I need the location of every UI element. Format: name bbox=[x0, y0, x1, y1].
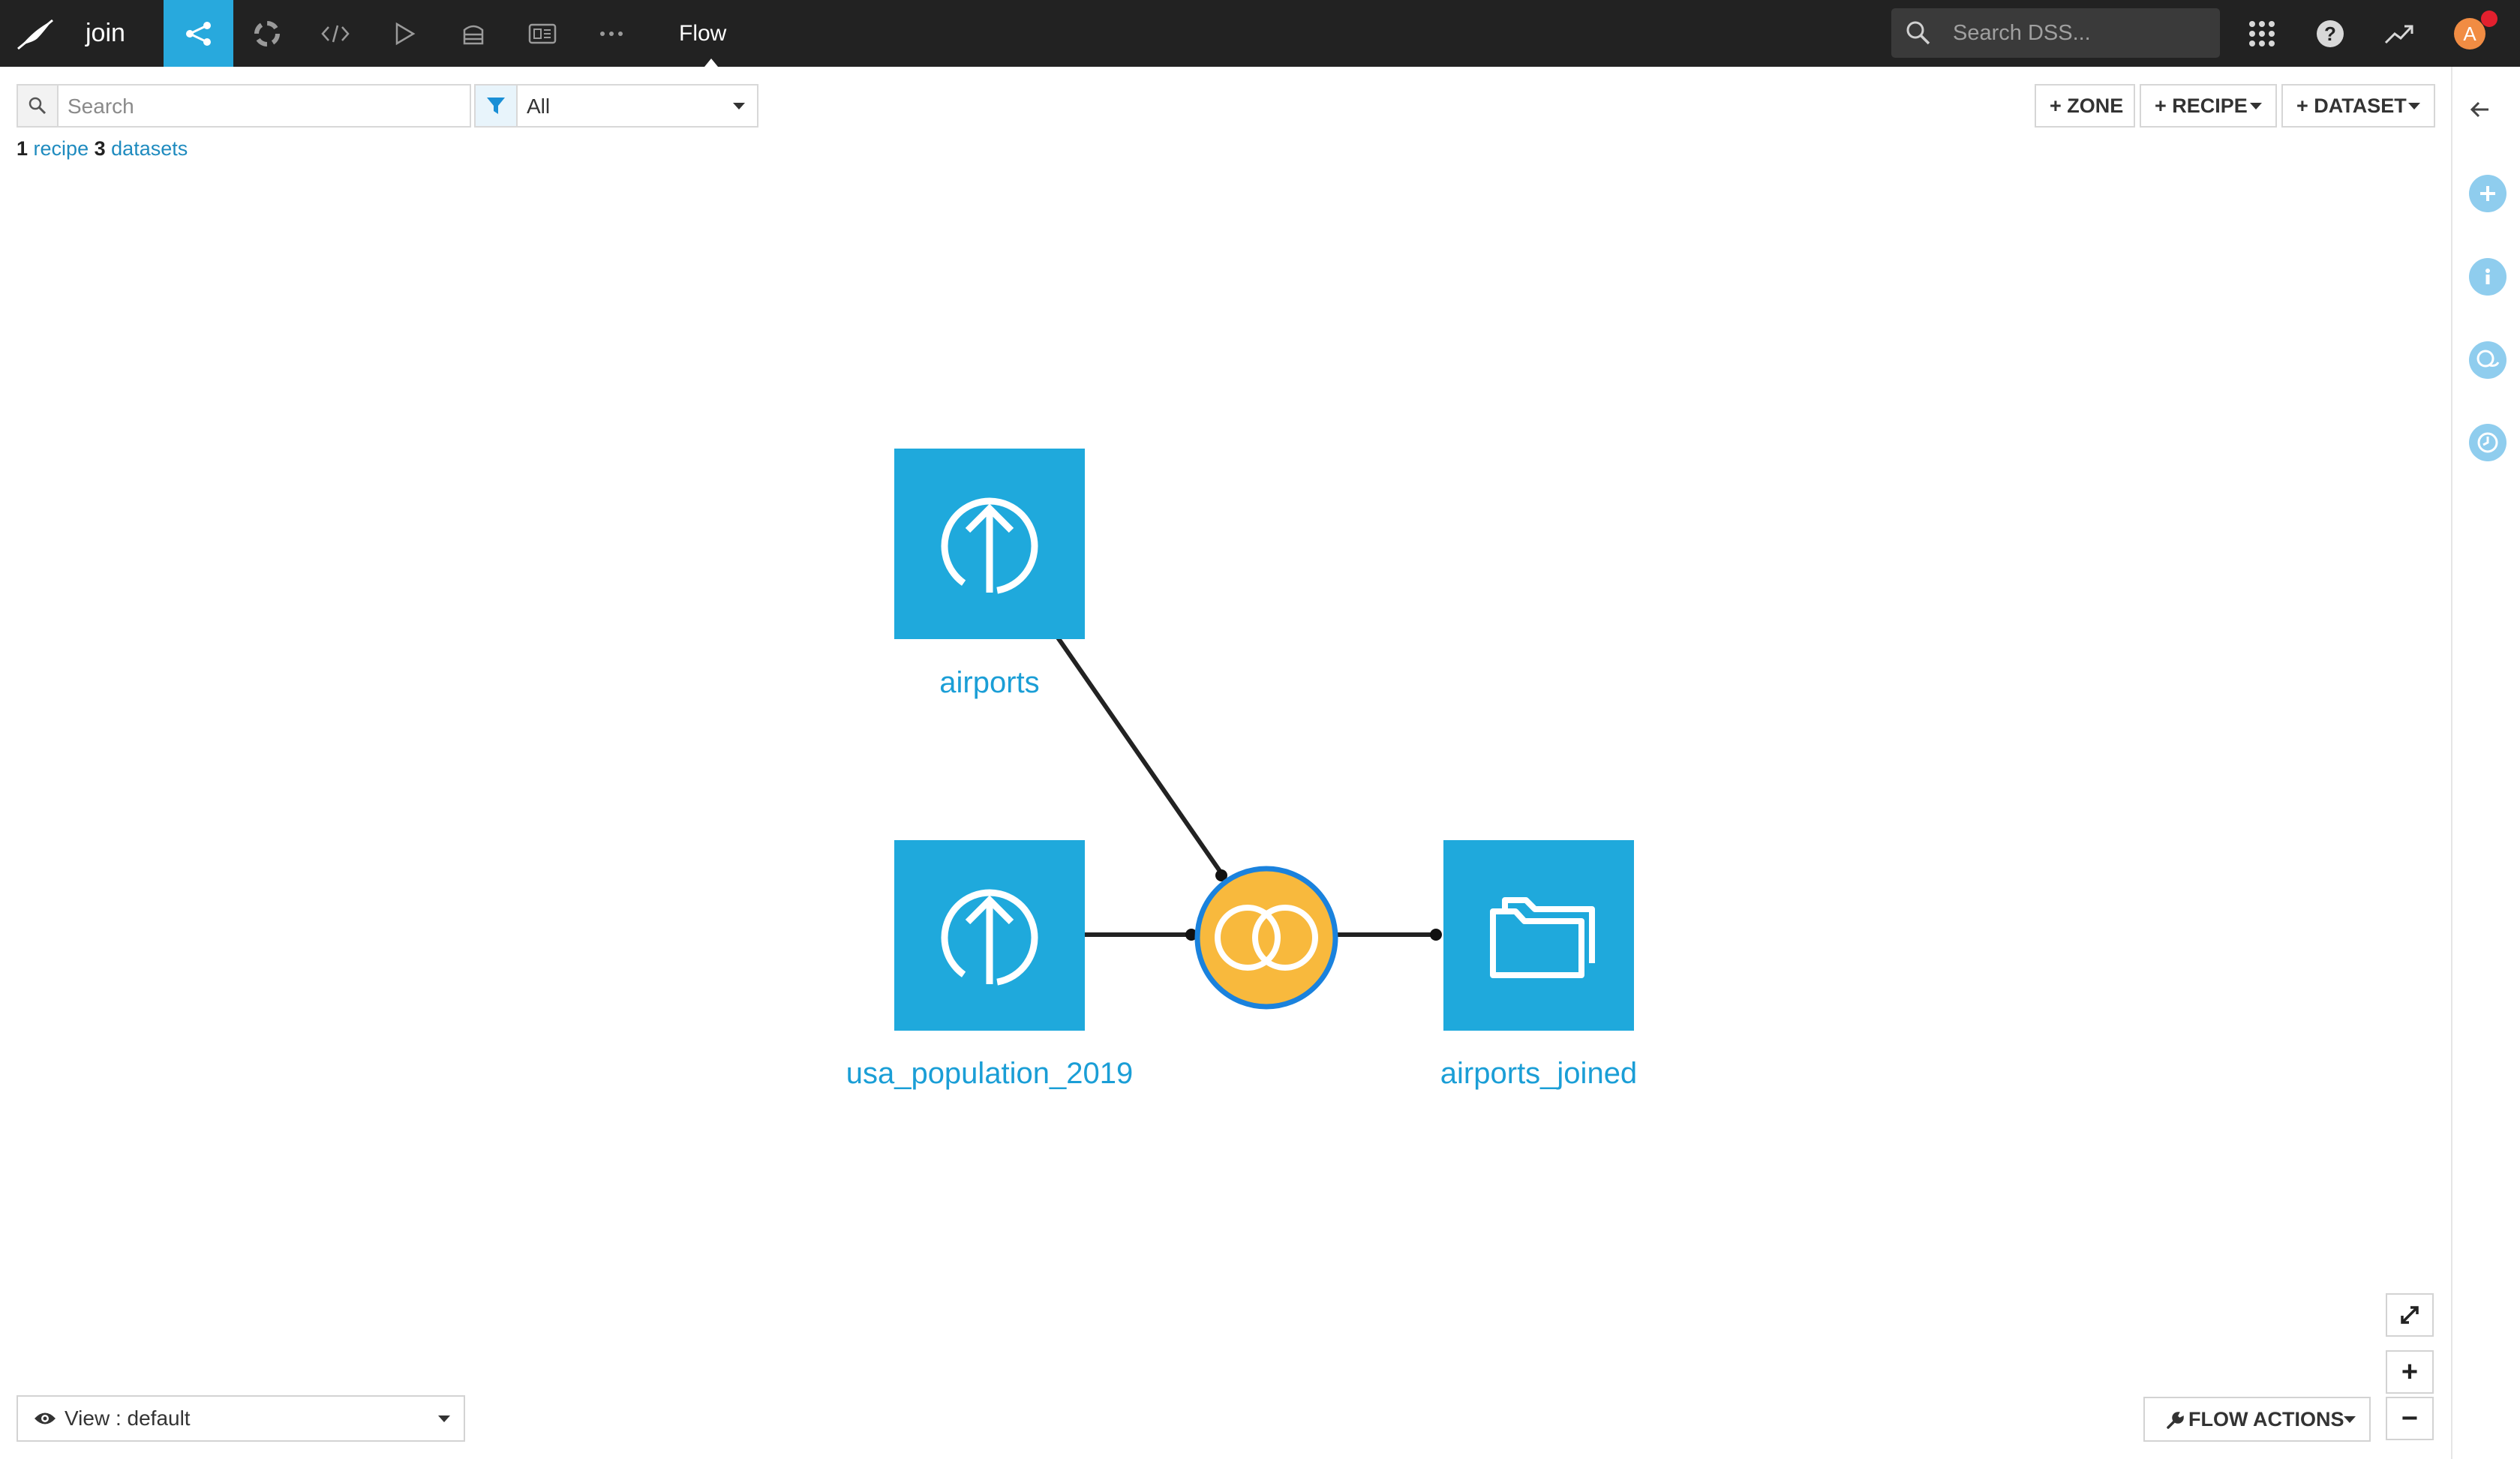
zoom-out-button[interactable]: − bbox=[2386, 1397, 2434, 1440]
notification-badge bbox=[2481, 11, 2497, 27]
dataset-label-airports-joined[interactable]: airports_joined bbox=[1314, 1057, 1764, 1091]
expand-icon bbox=[2401, 1306, 2419, 1324]
dataset-node-airports[interactable] bbox=[894, 449, 1085, 639]
join-recipe-node[interactable] bbox=[1194, 866, 1338, 1010]
discussions-icon[interactable] bbox=[2469, 341, 2506, 379]
avatar-initial: A bbox=[2454, 17, 2485, 50]
chevron-down-icon bbox=[2344, 1416, 2356, 1423]
user-avatar[interactable]: A bbox=[2447, 0, 2492, 67]
flow-actions-button[interactable]: FLOW ACTIONS bbox=[2143, 1397, 2371, 1442]
right-side-panel bbox=[2451, 67, 2520, 1459]
eye-icon bbox=[35, 1412, 56, 1424]
flow-canvas[interactable] bbox=[0, 0, 2449, 1459]
chevron-down-icon bbox=[438, 1415, 450, 1422]
collapse-arrow-icon[interactable] bbox=[2467, 97, 2493, 122]
add-icon[interactable] bbox=[2469, 175, 2506, 212]
info-icon[interactable] bbox=[2469, 258, 2506, 296]
dataset-label-airports[interactable]: airports bbox=[764, 666, 1215, 700]
fit-to-screen-button[interactable] bbox=[2386, 1293, 2434, 1337]
edge-endpoint bbox=[1430, 929, 1442, 941]
view-select[interactable]: View : default bbox=[17, 1395, 465, 1442]
dataset-node-usa-population-2019[interactable] bbox=[894, 840, 1085, 1031]
zoom-in-button[interactable]: + bbox=[2386, 1350, 2434, 1394]
dataset-node-airports-joined[interactable] bbox=[1443, 840, 1634, 1031]
history-icon[interactable] bbox=[2469, 424, 2506, 461]
dataset-label-usa-population-2019[interactable]: usa_population_2019 bbox=[764, 1057, 1215, 1091]
wrench-icon bbox=[2167, 1412, 2184, 1429]
flow-actions-label: FLOW ACTIONS bbox=[2188, 1408, 2344, 1430]
view-select-label: View : default bbox=[65, 1406, 191, 1430]
